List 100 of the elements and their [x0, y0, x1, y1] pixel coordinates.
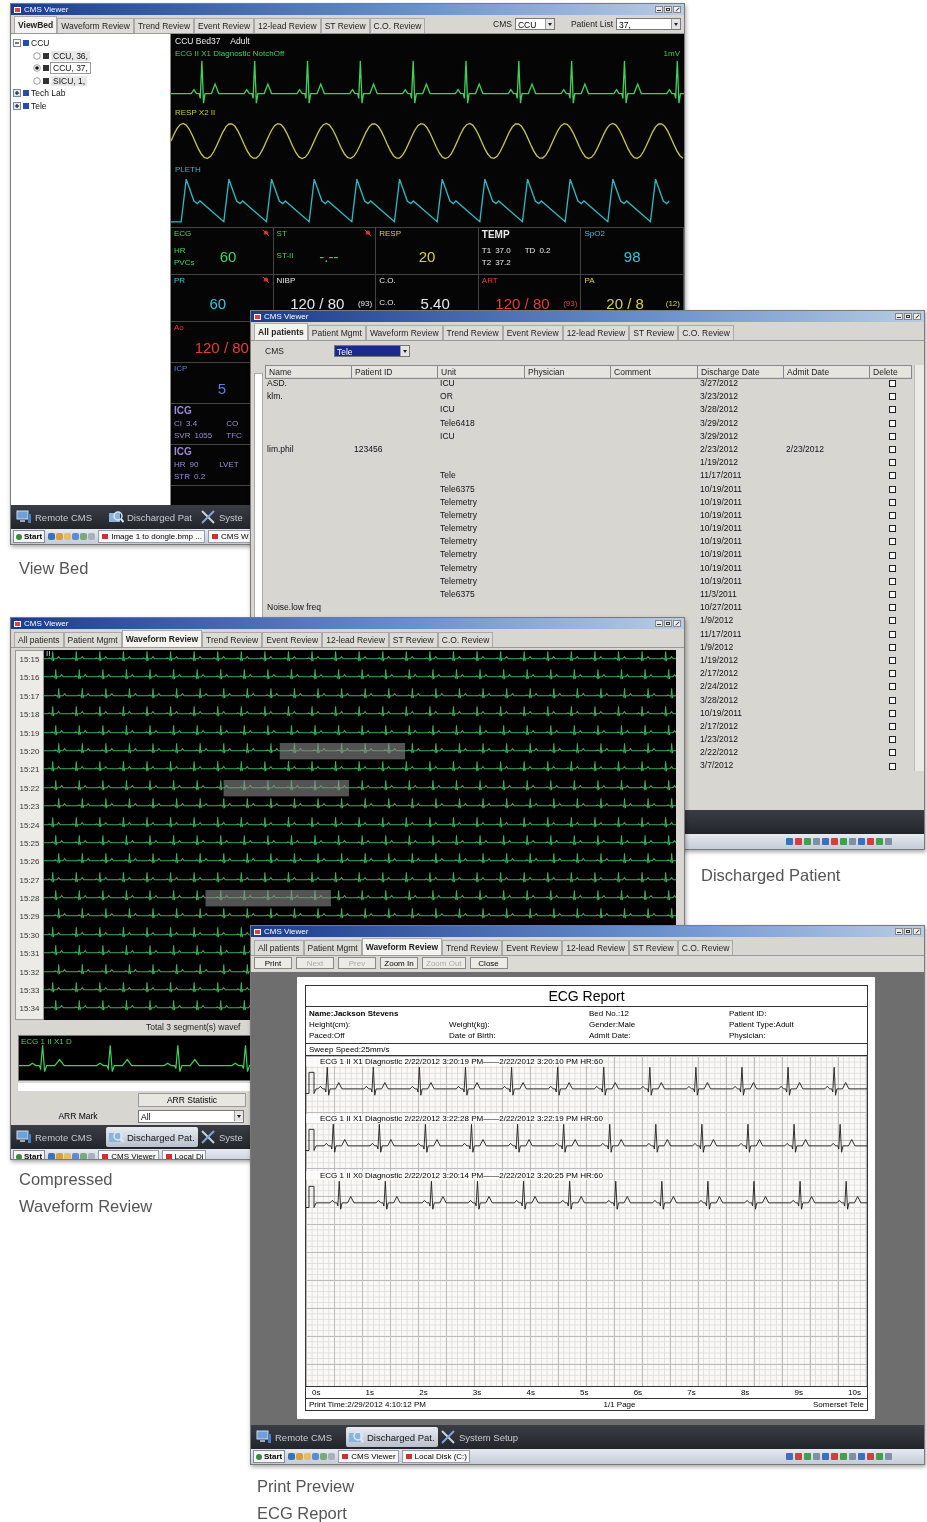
scrollbar[interactable]	[914, 365, 924, 771]
delete-checkbox[interactable]	[888, 538, 896, 546]
taskbar-item[interactable]: Remote CMS	[254, 1427, 346, 1447]
delete-checkbox[interactable]	[888, 511, 896, 519]
delete-checkbox[interactable]	[888, 459, 896, 467]
task-button[interactable]: CMS W	[207, 530, 252, 543]
tab[interactable]: C.O. Review	[677, 940, 734, 955]
tab[interactable]: 12-lead Review	[322, 632, 389, 647]
tab[interactable]: C.O. Review	[369, 18, 426, 33]
tab[interactable]: ViewBed	[14, 16, 58, 33]
tab[interactable]: ST Review	[388, 632, 438, 647]
tab[interactable]: 12-lead Review	[562, 940, 629, 955]
taskbar-item[interactable]: Remote CMS	[14, 507, 106, 527]
delete-checkbox[interactable]	[888, 722, 896, 730]
tab[interactable]: ST Review	[628, 940, 678, 955]
tab[interactable]: C.O. Review	[437, 632, 494, 647]
taskbar-item[interactable]: System Setup	[438, 1427, 521, 1447]
delete-checkbox[interactable]	[888, 762, 896, 770]
delete-checkbox[interactable]	[888, 657, 896, 665]
tab[interactable]: Waveform Review	[361, 938, 443, 955]
segment-highlight[interactable]	[205, 890, 331, 907]
tab[interactable]: Patient Mgmt	[307, 325, 366, 340]
delete-checkbox[interactable]	[888, 643, 896, 651]
tab[interactable]: Patient Mgmt	[303, 940, 362, 955]
close-button[interactable]	[673, 6, 681, 13]
taskbar-item[interactable]: Discharged Pat.	[106, 1127, 198, 1147]
close-button[interactable]	[673, 620, 681, 627]
maximize-button[interactable]	[664, 620, 672, 627]
maximize-button[interactable]	[904, 313, 912, 320]
taskbar-item[interactable]: Discharged Pat.	[346, 1427, 438, 1447]
delete-checkbox[interactable]	[888, 393, 896, 401]
tab[interactable]: Waveform Review	[121, 630, 203, 647]
taskbar-item[interactable]: Discharged Pat	[106, 507, 198, 527]
radio-button[interactable]	[33, 64, 41, 73]
delete-checkbox[interactable]	[888, 709, 896, 717]
close-button[interactable]	[913, 313, 921, 320]
toolbar-button[interactable]: Zoom In	[380, 957, 418, 969]
minimize-button[interactable]	[655, 620, 663, 627]
close-button[interactable]	[913, 928, 921, 935]
tab[interactable]: 12-lead Review	[562, 325, 630, 340]
arr-mark-dropdown[interactable]: All	[138, 1109, 244, 1123]
delete-checkbox[interactable]	[888, 577, 896, 585]
tab[interactable]: Patient Mgmt	[63, 632, 122, 647]
start-button[interactable]: Start	[253, 1450, 286, 1463]
toolbar-button[interactable]: Close	[469, 957, 508, 969]
start-button[interactable]: Start	[13, 530, 46, 543]
delete-checkbox[interactable]	[888, 551, 896, 559]
tab[interactable]: Trend Review	[202, 632, 263, 647]
minimize-button[interactable]	[895, 928, 903, 935]
delete-checkbox[interactable]	[888, 670, 896, 678]
tab[interactable]: Event Review	[502, 325, 563, 340]
delete-checkbox[interactable]	[888, 630, 896, 638]
bed-item[interactable]: CCU, 36,	[51, 50, 90, 61]
delete-checkbox[interactable]	[888, 446, 896, 454]
minimize-button[interactable]	[655, 6, 663, 13]
tab[interactable]: All patients	[254, 940, 304, 955]
tab[interactable]: Event Review	[262, 632, 323, 647]
taskbar-item[interactable]: Syste	[198, 1127, 245, 1147]
column-header[interactable]: Unit	[438, 365, 526, 379]
segment-highlight[interactable]	[279, 742, 406, 760]
taskbar-item[interactable]: Remote CMS	[14, 1127, 106, 1147]
task-button[interactable]: CMS Viewer	[338, 1450, 399, 1463]
delete-checkbox[interactable]	[888, 472, 896, 480]
tab[interactable]: All patients	[14, 632, 64, 647]
delete-checkbox[interactable]	[888, 604, 896, 612]
column-header[interactable]: Physician	[525, 365, 612, 379]
delete-checkbox[interactable]	[888, 696, 896, 704]
expand-icon[interactable]	[13, 89, 21, 98]
taskbar-item[interactable]: Syste	[198, 507, 245, 527]
delete-checkbox[interactable]	[888, 525, 896, 533]
delete-checkbox[interactable]	[888, 617, 896, 625]
delete-checkbox[interactable]	[888, 485, 896, 493]
start-button[interactable]: Start	[13, 1150, 46, 1159]
arr-statistic-button[interactable]: ARR Statistic	[138, 1093, 246, 1107]
tab[interactable]: ST Review	[629, 325, 679, 340]
delete-checkbox[interactable]	[888, 591, 896, 599]
patient-list-dropdown[interactable]: 37,	[616, 18, 681, 30]
task-button[interactable]: Local Disk (C:)	[401, 1450, 470, 1463]
cms-dropdown[interactable]: Tele	[334, 345, 410, 357]
tab[interactable]: Waveform Review	[365, 325, 443, 340]
radio-button[interactable]	[33, 51, 41, 60]
cms-dropdown[interactable]: CCU	[514, 18, 555, 30]
delete-checkbox[interactable]	[888, 498, 896, 506]
task-button[interactable]: Local Di	[161, 1150, 207, 1159]
delete-checkbox[interactable]	[888, 736, 896, 744]
delete-checkbox[interactable]	[888, 419, 896, 427]
column-header[interactable]: Discharge Date	[698, 365, 785, 379]
tab[interactable]: ST Review	[320, 18, 370, 33]
delete-checkbox[interactable]	[888, 749, 896, 757]
tab[interactable]: Trend Review	[442, 325, 503, 340]
bed-item[interactable]: CCU, 37,	[51, 63, 90, 74]
tab[interactable]: Trend Review	[442, 940, 503, 955]
tree-item[interactable]: Tele	[31, 100, 47, 111]
delete-checkbox[interactable]	[888, 406, 896, 414]
delete-checkbox[interactable]	[888, 432, 896, 440]
tab[interactable]: C.O. Review	[678, 325, 734, 340]
segment-highlight[interactable]	[223, 779, 349, 797]
task-button[interactable]: Image 1 to dongle.bmp ...	[98, 530, 205, 543]
column-header[interactable]: Comment	[611, 365, 699, 379]
maximize-button[interactable]	[664, 6, 672, 13]
